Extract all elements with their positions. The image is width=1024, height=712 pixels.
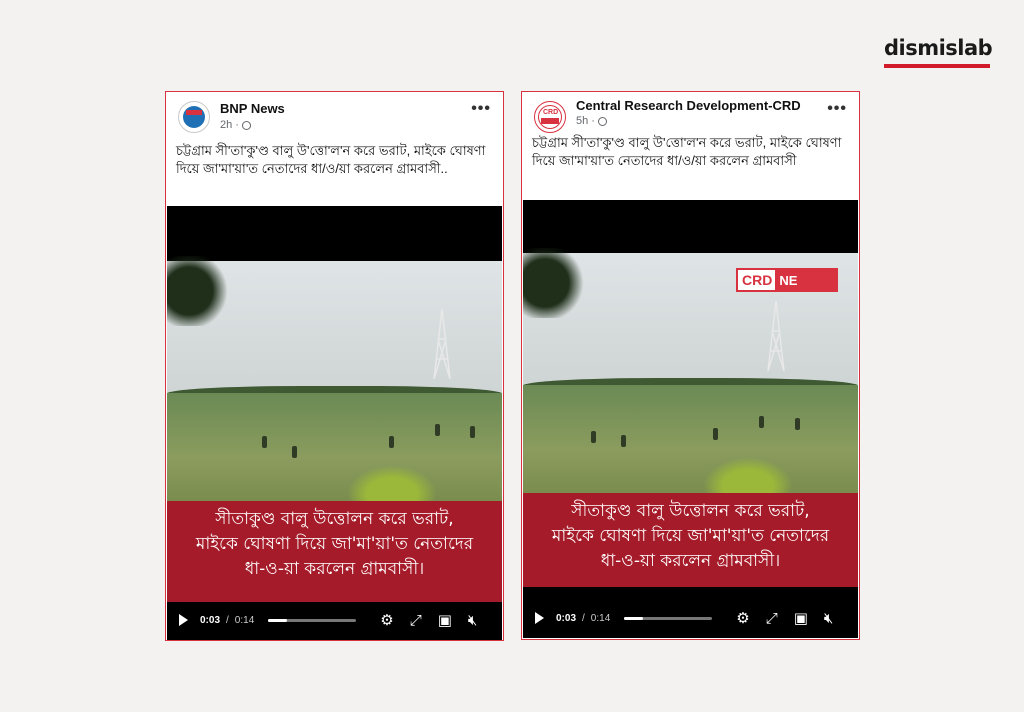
play-icon[interactable] xyxy=(179,614,188,626)
video-player[interactable]: CRD NE সীতাকুণ্ড বালু উত্তোলন করে ভরাট, … xyxy=(523,200,858,638)
video-frame: CRD NE xyxy=(523,248,858,493)
page-name[interactable]: BNP News xyxy=(220,101,285,116)
volume-muted-icon[interactable]: 🔇︎ xyxy=(468,613,477,628)
facebook-post-bnp-news: BNP News 2h · ••• চট্টগ্রাম সী'তা'কু'ণ্ড… xyxy=(165,91,504,641)
watermark-text-b: NE xyxy=(775,270,836,290)
subtitle-line: সীতাকুণ্ড বালু উত্তোলন করে ভরাট, xyxy=(215,509,454,529)
avatar-text: CRD xyxy=(543,109,559,116)
crd-news-watermark: CRD NE xyxy=(736,268,838,292)
page-avatar[interactable] xyxy=(178,101,210,133)
total-time: 0:14 xyxy=(590,612,611,624)
more-options-icon[interactable]: ••• xyxy=(471,100,491,118)
globe-icon xyxy=(241,120,251,130)
post-caption: চট্টগ্রাম সী'তা'কু'ণ্ড বালু উ'ত্তো'ল'ন ক… xyxy=(176,143,486,176)
video-controls: 0:03 / 0:14 ⚙ ⤢ ▣ 🔇︎ xyxy=(523,598,858,638)
brand-underline xyxy=(884,64,990,68)
page-avatar[interactable]: CRD xyxy=(534,101,566,133)
settings-gear-icon[interactable]: ⚙ xyxy=(736,611,749,626)
meta-separator: · xyxy=(235,119,239,131)
meta-separator: · xyxy=(591,115,595,127)
video-subtitle: সীতাকুণ্ড বালু উত্তোলন করে ভরাট, মাইকে ঘ… xyxy=(523,493,858,587)
dismislab-logo: dismislab xyxy=(884,36,994,68)
subtitle-line: ধা-ও-য়া করলেন গ্রামবাসী। xyxy=(600,551,781,571)
subtitle-line: সীতাকুণ্ড বালু উত্তোলন করে ভরাট, xyxy=(571,501,810,521)
fullscreen-expand-icon[interactable]: ⤢ xyxy=(410,613,422,628)
post-time[interactable]: 2h xyxy=(220,119,232,131)
volume-muted-icon[interactable]: 🔇︎ xyxy=(824,611,833,626)
subtitle-line: মাইকে ঘোষণা দিয়ে জা'মা'য়া'ত নেতাদের xyxy=(551,526,830,546)
video-player[interactable]: সীতাকুণ্ড বালু উত্তোলন করে ভরাট, মাইকে ঘ… xyxy=(167,206,502,640)
post-header: BNP News 2h · ••• xyxy=(166,92,503,140)
subtitle-line: ধা-ও-য়া করলেন গ্রামবাসী। xyxy=(244,559,425,579)
time-separator: / xyxy=(582,612,585,624)
video-frame xyxy=(167,256,502,501)
play-icon[interactable] xyxy=(535,612,544,624)
post-header: CRD Central Research Development-CRD 5h … xyxy=(522,92,859,140)
video-controls: 0:03 / 0:14 ⚙ ⤢ ▣ 🔇︎ xyxy=(167,600,502,640)
current-time: 0:03 xyxy=(200,614,221,626)
total-time: 0:14 xyxy=(234,614,255,626)
transmission-tower xyxy=(767,301,785,371)
post-caption: চট্টগ্রাম সী'তা'কু'ণ্ড বালু উ'ত্তো'ল'ন ক… xyxy=(532,135,842,168)
subtitle-line: মাইকে ঘোষণা দিয়ে জা'মা'য়া'ত নেতাদের xyxy=(195,534,474,554)
watermark-text-a: CRD xyxy=(742,272,773,288)
post-meta: 5h · xyxy=(576,115,607,127)
picture-in-picture-icon[interactable]: ▣ xyxy=(438,613,452,628)
facebook-post-crd: CRD Central Research Development-CRD 5h … xyxy=(521,91,860,640)
video-subtitle: সীতাকুণ্ড বালু উত্তোলন করে ভরাট, মাইকে ঘ… xyxy=(167,501,502,602)
current-time: 0:03 xyxy=(556,612,577,624)
settings-gear-icon[interactable]: ⚙ xyxy=(380,613,393,628)
progress-fill xyxy=(268,618,287,622)
time-separator: / xyxy=(226,614,229,626)
post-meta: 2h · xyxy=(220,119,251,131)
brand-name: dismislab xyxy=(884,36,993,60)
globe-icon xyxy=(597,116,607,126)
transmission-tower xyxy=(433,309,451,379)
more-options-icon[interactable]: ••• xyxy=(827,100,847,118)
page-name[interactable]: Central Research Development-CRD xyxy=(576,98,801,113)
progress-bar[interactable] xyxy=(268,618,357,622)
picture-in-picture-icon[interactable]: ▣ xyxy=(794,611,808,626)
progress-fill xyxy=(624,616,643,620)
post-time[interactable]: 5h xyxy=(576,115,588,127)
fullscreen-expand-icon[interactable]: ⤢ xyxy=(766,611,778,626)
progress-bar[interactable] xyxy=(624,616,713,620)
